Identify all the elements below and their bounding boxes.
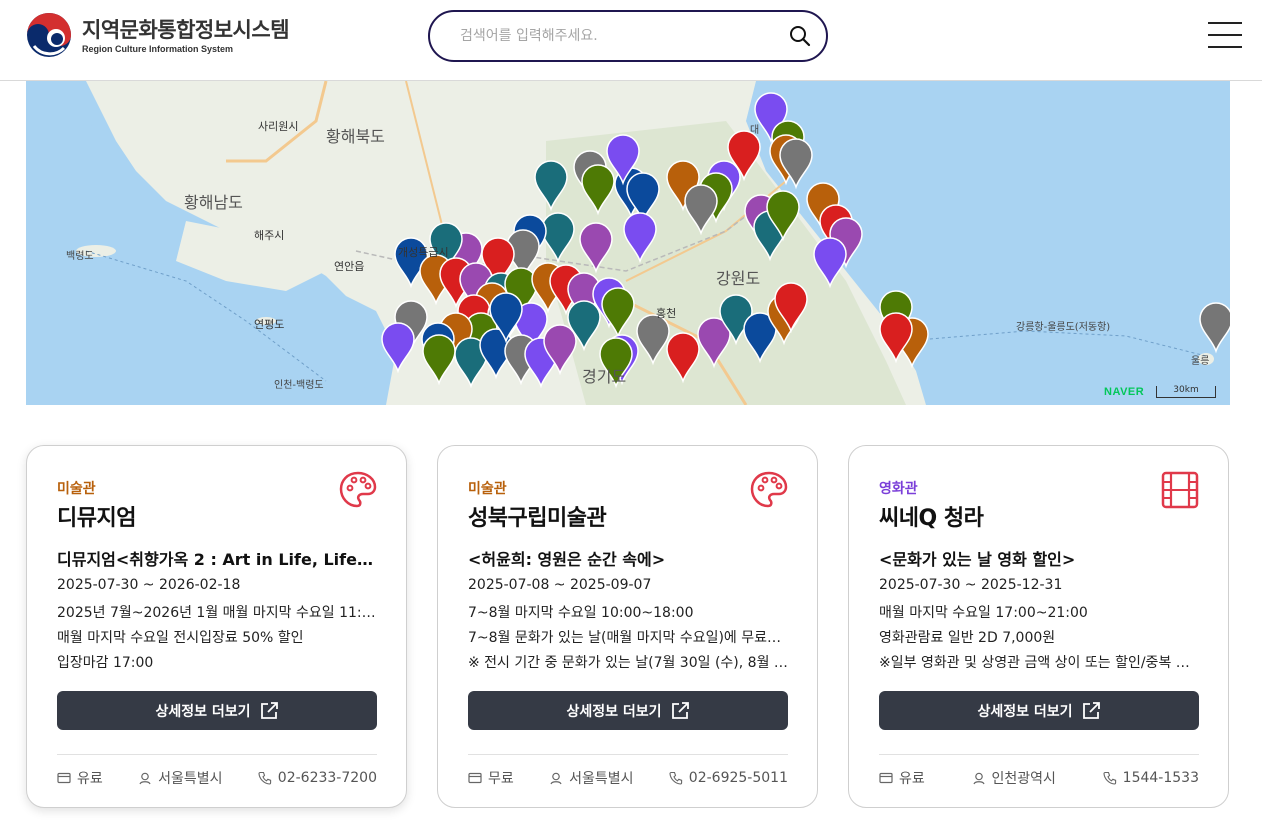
ticket-icon (468, 772, 482, 784)
map-canvas (26, 81, 1230, 405)
ticket-icon (57, 772, 71, 784)
card-footer: 무료 서울특별시 02-6925-5011 (468, 768, 788, 788)
detail-button[interactable]: 상세정보 더보기 (468, 691, 788, 730)
card-info-line: 7~8월 문화가 있는 날(매월 마지막 수요일)에 무료관람 가능 (468, 630, 788, 646)
search-input[interactable] (460, 28, 788, 44)
card-info-line: 영화관람료 일반 2D 7,000원 (879, 630, 1056, 646)
map-label: 인천-백령도 (274, 380, 324, 391)
card-info-line: 7~8월 마지막 수요일 10:00~18:00 (468, 605, 694, 621)
card-info-line: 2025년 7월~2026년 1월 매월 마지막 수요일 11:00~18:00 (57, 605, 377, 621)
card-info-line: 입장마감 17:00 (57, 655, 154, 671)
map-label: 사리원시 (258, 120, 299, 133)
brand-title: 지역문화통합정보시스템 (82, 17, 290, 42)
map-label: 연안읍 (334, 260, 365, 273)
region-info: 인천광역시 (972, 768, 1056, 788)
map-view[interactable]: 사리원시 황해북도 황해남도 해주시 백령도 연안읍 개성특급시 연평도 인천-… (26, 81, 1230, 405)
card-footer: 유료 인천광역시 1544-1533 (879, 768, 1199, 788)
map-label: 강릉항-울릉도(저동항) (1016, 322, 1111, 333)
card-footer: 유료 서울특별시 02-6233-7200 (57, 768, 377, 788)
map-label: 개성특급시 (398, 246, 449, 259)
external-link-icon (671, 701, 689, 719)
external-link-icon (1082, 701, 1100, 719)
hamburger-menu-icon[interactable] (1208, 22, 1242, 48)
map-label: 황해북도 (326, 127, 385, 146)
brand-subtitle: Region Culture Information System (82, 43, 234, 54)
card-event-title: <문화가 있는 날 영화 할인> (879, 550, 1076, 569)
card-divider (468, 754, 788, 755)
region-info: 서울특별시 (138, 768, 222, 788)
detail-button[interactable]: 상세정보 더보기 (879, 691, 1199, 730)
event-card: 미술관 디뮤지엄 디뮤지엄<취향가옥 2 : Art in Life, Life… (26, 445, 407, 808)
card-venue-name: 씨네Q 청라 (879, 506, 984, 531)
card-date: 2025-07-08 ~ 2025-09-07 (468, 577, 652, 593)
site-header: 지역문화통합정보시스템 Region Culture Information S… (0, 0, 1262, 81)
palette-icon (339, 471, 377, 508)
map-label: 해주시 (254, 229, 285, 242)
phone-icon (258, 771, 271, 785)
card-date: 2025-07-30 ~ 2026-02-18 (57, 577, 241, 593)
card-divider (57, 754, 377, 755)
phone-info: 02-6925-5011 (669, 768, 788, 788)
fee-info: 유료 (879, 768, 925, 788)
ticket-icon (879, 772, 893, 784)
region-info: 서울특별시 (549, 768, 633, 788)
card-divider (879, 754, 1199, 755)
card-category: 영화관 (879, 481, 918, 497)
external-link-icon (260, 701, 278, 719)
location-icon (139, 772, 151, 785)
taegeuk-logo-icon (27, 13, 71, 57)
card-venue-name: 성북구립미술관 (468, 506, 607, 531)
map-scale: 30km (1156, 386, 1216, 398)
map-label: 강원도 (716, 269, 761, 288)
card-info-line: ※ 전시 기간 중 문화가 있는 날(7월 30일 (수), 8월 27일 (수… (468, 655, 788, 671)
detail-button[interactable]: 상세정보 더보기 (57, 691, 377, 730)
map-label: 경기도 (582, 367, 627, 386)
phone-info: 1544-1533 (1103, 768, 1199, 788)
phone-icon (1103, 771, 1116, 785)
card-category: 미술관 (468, 481, 507, 497)
search-bar (428, 10, 828, 62)
map-label: 연평도 (254, 318, 285, 331)
location-icon (972, 772, 985, 785)
logo[interactable]: 지역문화통합정보시스템 Region Culture Information S… (26, 12, 290, 58)
phone-icon (669, 771, 682, 785)
card-info-line: 매월 마지막 수요일 전시입장료 50% 할인 (57, 630, 304, 646)
event-card: 미술관 성북구립미술관 <허윤희: 영원은 순간 속에> 2025-07-08 … (437, 445, 818, 808)
card-info-line: ※일부 영화관 및 상영관 금액 상이 또는 할인/중복 적용 불가 (879, 655, 1199, 671)
card-info-line: 매월 마지막 수요일 17:00~21:00 (879, 605, 1088, 621)
map-label: 울릉 (1191, 356, 1210, 367)
card-category: 미술관 (57, 481, 96, 497)
location-icon (550, 772, 562, 785)
card-event-title: 디뮤지엄<취향가옥 2 : Art in Life, Life in Art> (57, 550, 377, 569)
phone-info: 02-6233-7200 (258, 768, 377, 788)
map-label: 황해남도 (184, 193, 243, 212)
card-date: 2025-07-30 ~ 2025-12-31 (879, 577, 1063, 593)
fee-info: 무료 (468, 768, 514, 788)
naver-logo: NAVER (1104, 386, 1145, 398)
map-label: 대 (750, 125, 760, 136)
event-card: 영화관 씨네Q 청라 <문화가 있는 날 영화 할인> 2025-07-30 ~… (848, 445, 1229, 808)
search-icon[interactable] (788, 24, 812, 48)
map-label: 홍천 (656, 307, 677, 320)
fee-info: 유료 (57, 768, 103, 788)
card-event-title: <허윤희: 영원은 순간 속에> (468, 550, 666, 569)
card-venue-name: 디뮤지엄 (57, 506, 136, 531)
map-label: 백령도 (66, 251, 94, 262)
palette-icon (750, 471, 788, 508)
film-icon (1161, 471, 1199, 509)
